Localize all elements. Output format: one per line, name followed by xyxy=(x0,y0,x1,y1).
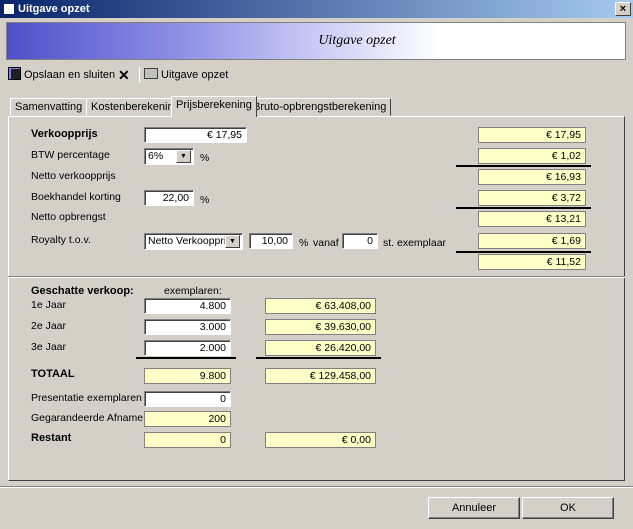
geschatte-verkoop-label: Geschatte verkoop: xyxy=(31,285,134,297)
verkoopprijs-label: Verkoopprijs xyxy=(31,128,98,140)
royalty-output: € 1,69 xyxy=(478,233,586,249)
delete-icon[interactable]: ✕ xyxy=(118,64,136,86)
floppy-disk-icon xyxy=(8,67,21,80)
tab-bruto-opbrengstberekening[interactable]: Bruto-opbrengstberekening xyxy=(248,98,392,116)
totaal-qty-output: 9.800 xyxy=(144,368,231,384)
sales-amount-output: € 39.630,00 xyxy=(265,319,376,335)
korting-unit: % xyxy=(200,194,210,206)
app-icon xyxy=(3,3,15,15)
royalty-from-input[interactable]: 0 xyxy=(342,233,378,249)
chevron-down-icon[interactable]: ▼ xyxy=(176,150,191,163)
footer-divider xyxy=(0,486,633,488)
close-button[interactable]: × xyxy=(615,2,631,16)
verkoopprijs-input[interactable]: € 17,95 xyxy=(144,127,247,143)
subtract-line xyxy=(456,207,591,209)
sales-qty-input[interactable]: 2.000 xyxy=(144,340,231,356)
section-divider xyxy=(8,276,625,278)
banner: Uitgave opzet xyxy=(6,22,626,60)
sum-line xyxy=(136,357,236,359)
printer-icon xyxy=(144,68,158,79)
ok-button[interactable]: OK xyxy=(522,497,614,519)
totaal-amount-output: € 129.458,00 xyxy=(265,368,376,384)
presentatie-label: Presentatie exemplaren xyxy=(31,392,142,404)
netto-verkoopprijs-label: Netto verkoopprijs xyxy=(31,170,116,182)
exemplaren-header: exemplaren: xyxy=(164,285,222,297)
restant-amount-output: € 0,00 xyxy=(265,432,376,448)
royalty-from-unit: st. exemplaar xyxy=(383,237,447,249)
sales-qty-input[interactable]: 3.000 xyxy=(144,319,231,335)
gegarandeerd-label: Gegarandeerde Afname xyxy=(31,412,144,424)
toolbar-divider xyxy=(139,67,140,83)
presentatie-input[interactable]: 0 xyxy=(144,391,231,407)
totaal-label: TOTAAL xyxy=(31,368,75,380)
result-output: € 11,52 xyxy=(478,254,586,270)
sales-row-label: 2e Jaar xyxy=(31,320,67,332)
korting-output: € 3,72 xyxy=(478,190,586,206)
verkoopprijs-output: € 17,95 xyxy=(478,127,586,143)
tab-prijsberekening[interactable]: Prijsberekening xyxy=(171,96,257,117)
tab-kostenberekening[interactable]: Kostenberekening xyxy=(86,98,185,116)
chevron-down-icon[interactable]: ▼ xyxy=(225,235,240,248)
restant-qty-output: 0 xyxy=(144,432,231,448)
sales-qty-input[interactable]: 4.800 xyxy=(144,298,231,314)
netto-verkoopprijs-output: € 16,93 xyxy=(478,169,586,185)
restant-label: Restant xyxy=(31,432,72,444)
window-titlebar[interactable]: Uitgave opzet xyxy=(0,0,633,18)
royalty-label: Royalty t.o.v. xyxy=(31,234,91,246)
banner-title: Uitgave opzet xyxy=(318,33,396,48)
netto-opbrengst-output: € 13,21 xyxy=(478,211,586,227)
sales-amount-output: € 26.420,00 xyxy=(265,340,376,356)
korting-label: Boekhandel korting xyxy=(31,191,121,203)
royalty-pct-unit: % xyxy=(299,237,309,249)
btw-label: BTW percentage xyxy=(31,149,110,161)
toolbar: Opslaan en sluiten ✕ Uitgave opzet xyxy=(6,64,626,86)
korting-input[interactable]: 22,00 xyxy=(144,190,194,206)
save-close-button[interactable]: Opslaan en sluiten xyxy=(8,64,118,86)
print-button[interactable]: Uitgave opzet xyxy=(144,64,244,86)
sales-amount-output: € 63.408,00 xyxy=(265,298,376,314)
royalty-vanaf-label: vanaf xyxy=(313,237,339,249)
window-title: Uitgave opzet xyxy=(18,3,90,15)
cancel-button[interactable]: Annuleer xyxy=(428,497,520,519)
netto-opbrengst-label: Netto opbrengst xyxy=(31,211,106,223)
btw-select[interactable]: 6% ▼ xyxy=(144,148,194,165)
btw-output: € 1,02 xyxy=(478,148,586,164)
sales-row-label: 3e Jaar xyxy=(31,341,67,353)
tab-samenvatting[interactable]: Samenvatting xyxy=(10,98,88,116)
gegarandeerd-output: 200 xyxy=(144,411,231,427)
royalty-basis-select[interactable]: Netto Verkoopprijs ▼ xyxy=(144,233,243,250)
royalty-percentage-input[interactable]: 10,00 xyxy=(249,233,293,249)
sales-row-label: 1e Jaar xyxy=(31,299,67,311)
subtract-line xyxy=(456,165,591,167)
sum-line xyxy=(256,357,381,359)
btw-unit: % xyxy=(200,152,210,164)
subtract-line xyxy=(456,251,591,253)
